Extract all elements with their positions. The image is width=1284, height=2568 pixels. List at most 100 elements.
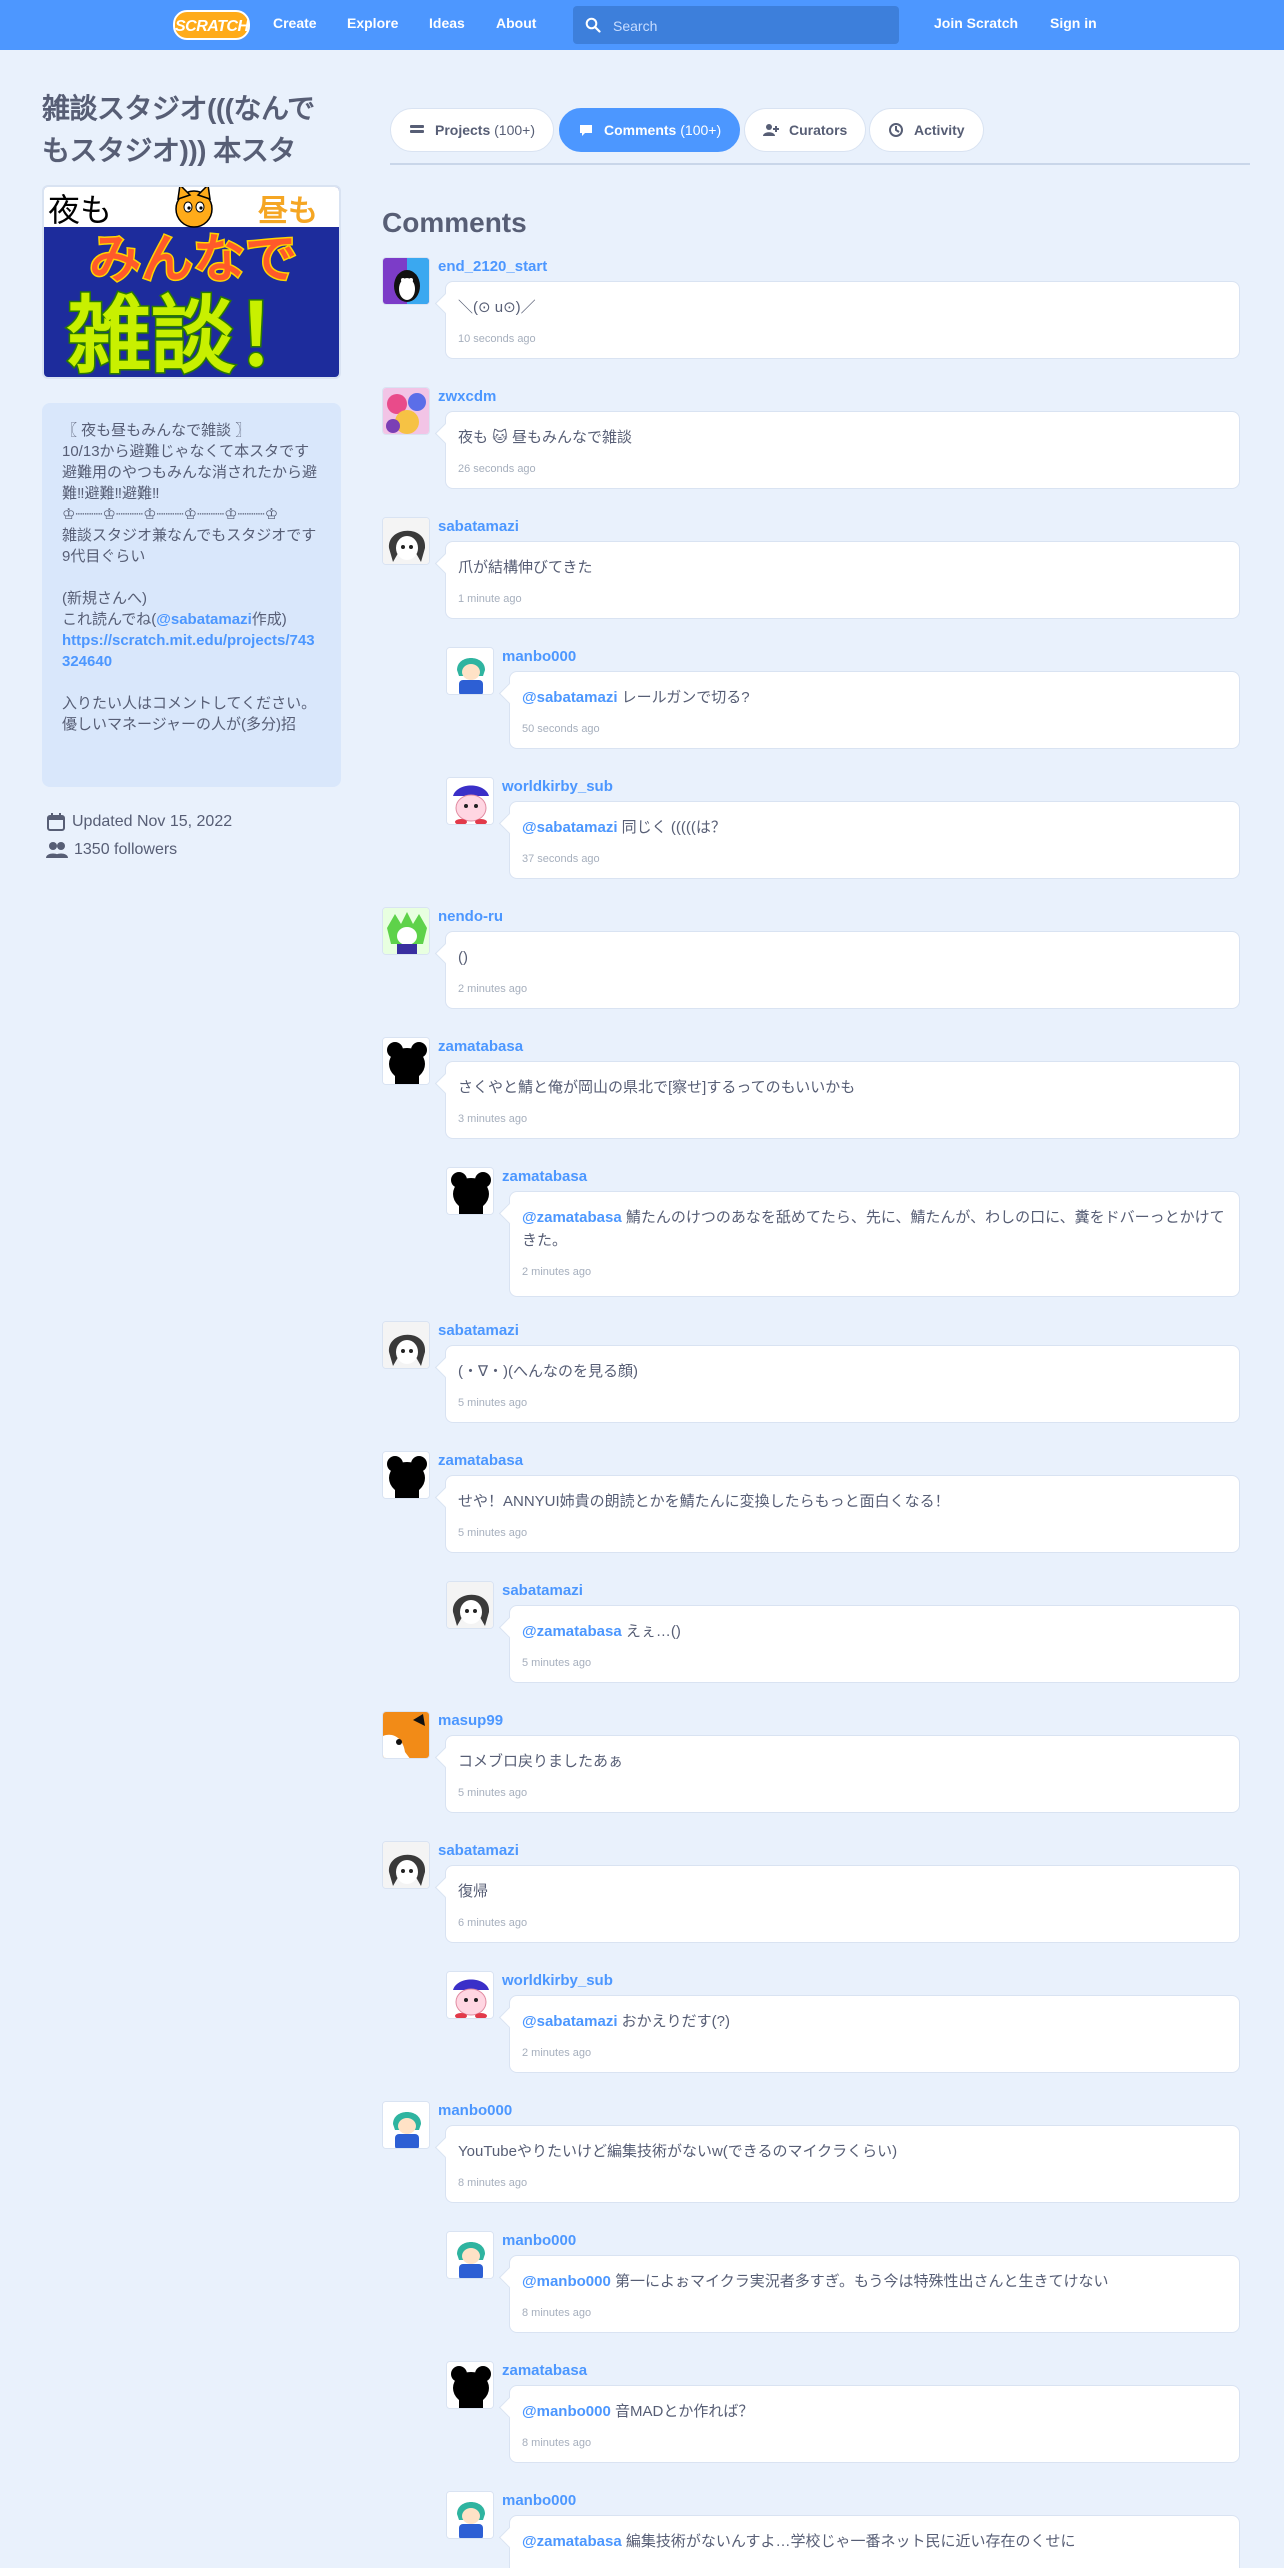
people-icon (46, 842, 68, 858)
comment-username[interactable]: sabatamazi (438, 1842, 519, 1859)
comment-mention-link[interactable]: @zamatabasa (522, 2533, 622, 2550)
comment-timestamp: 2 minutes ago (458, 983, 528, 995)
comment-timestamp: 1 minute ago (458, 593, 522, 605)
comment-username[interactable]: zamatabasa (502, 2362, 587, 2379)
reply-comment: worldkirby_sub @sabatamazi おかえりだす(?) 2 min… (446, 1971, 1240, 2077)
nav-about[interactable]: About (496, 15, 536, 31)
comment-bubble: さくやと鯖と俺が岡山の県北で[察せ]するってのもいいかも 3 minutes ag… (445, 1061, 1240, 1139)
comment: sabatamazi (・∇・)(へんなのを見る顔) 5 minutes ago (382, 1321, 1240, 1427)
comment-username[interactable]: zamatabasa (438, 1038, 523, 1055)
sign-in-link[interactable]: Sign in (1050, 15, 1097, 31)
tab-curators[interactable]: Curators (744, 108, 867, 152)
comment-mention-link[interactable]: @manbo000 (522, 2403, 611, 2420)
user-avatar[interactable] (382, 1321, 430, 1369)
comment-text: @sabatamazi おかえりだす(?) (522, 2013, 731, 2030)
user-avatar[interactable] (382, 1451, 430, 1499)
comment: zwxcdm 夜も 🐱 昼もみんなで雑談 26 seconds ago (382, 387, 1240, 493)
user-avatar[interactable] (446, 647, 494, 695)
user-avatar[interactable] (382, 907, 430, 955)
user-avatar[interactable] (382, 257, 430, 305)
comment-bubble: @zamatabasa えぇ…() 5 minutes ago (509, 1605, 1240, 1683)
comment-username[interactable]: zamatabasa (438, 1452, 523, 1469)
scratch-logo[interactable]: SCRATCH (173, 10, 250, 40)
desc-line: 避難用のやつもみんな消されたから避難‼避難‼避難‼ (62, 464, 318, 502)
comment-text: さくやと鯖と俺が岡山の県北で[察せ]するってのもいいかも (458, 1079, 856, 1096)
reply-comment: manbo000 @sabatamazi レールガンで切る? 50 seconds … (446, 647, 1240, 753)
comment-username[interactable]: manbo000 (502, 2492, 576, 2509)
comment-username[interactable]: zwxcdm (438, 388, 496, 405)
desc-project-link[interactable]: https://scratch.mit.edu/projects/7433246… (62, 630, 321, 672)
scratch-cat-icon (175, 187, 213, 228)
comment-icon (580, 125, 592, 136)
comment-timestamp: 8 minutes ago (522, 2437, 592, 2449)
desc-mention-link[interactable]: @sabatamazi (156, 611, 252, 628)
comment-text: せや！ANNYUI姉貴の朗読とかを鯖たんに変換したらもっと面白くなる！ (458, 1493, 950, 1510)
comment-mention-link[interactable]: @manbo000 (522, 2273, 611, 2290)
comment-username[interactable]: sabatamazi (502, 1582, 583, 1599)
comment-bubble: コメブロ戻りましたあぁ 5 minutes ago (445, 1735, 1240, 1813)
comment-text: 爪が結構伸びてきた (458, 559, 593, 576)
comment-text: @manbo000 音MADとか作れば？ (522, 2403, 754, 2420)
comment-text: 夜も 🐱 昼もみんなで雑談 (458, 429, 632, 446)
search-input[interactable]: Search (573, 6, 899, 44)
comment-mention-link[interactable]: @zamatabasa (522, 1209, 622, 1226)
comment-username[interactable]: manbo000 (502, 2232, 576, 2249)
comments-heading: Comments (382, 207, 527, 238)
followers-count: 1350 followers (46, 840, 177, 860)
user-avatar[interactable] (382, 387, 430, 435)
comment-username[interactable]: sabatamazi (438, 518, 519, 535)
comment-text: (・∇・)(へんなのを見る顔) (458, 1363, 639, 1380)
comment-username[interactable]: zamatabasa (502, 1168, 587, 1185)
thumb-text-hirumo: 昼も (258, 194, 318, 229)
comment-username[interactable]: worldkirby_sub (502, 1972, 613, 1989)
tabs-divider (390, 163, 1250, 165)
user-avatar[interactable] (446, 777, 494, 825)
user-avatar[interactable] (446, 1167, 494, 1215)
tab-comments[interactable]: Comments (100+) (559, 108, 741, 152)
comment: manbo000 YouTubeやりたいけど編集技術がないw(できるのマイクラくら… (382, 2101, 1240, 2207)
user-avatar[interactable] (446, 1581, 494, 1629)
comment-username[interactable]: masup99 (438, 1712, 503, 1729)
comment: nendo-ru () 2 minutes ago (382, 907, 1240, 1013)
user-avatar[interactable] (446, 2231, 494, 2279)
tab-activity[interactable]: Activity (869, 108, 984, 152)
comment-mention-link[interactable]: @sabatamazi (522, 819, 618, 836)
comment-mention-link[interactable]: @sabatamazi (522, 2013, 618, 2030)
comment-bubble: @sabatamazi 同じく (((((は？ 37 seconds ago (509, 801, 1240, 879)
nav-ideas[interactable]: Ideas (429, 15, 465, 31)
comment-bubble: @sabatamazi レールガンで切る? 50 seconds ago (509, 671, 1240, 749)
user-avatar[interactable] (446, 2361, 494, 2409)
nav-create[interactable]: Create (273, 15, 317, 31)
user-avatar[interactable] (382, 517, 430, 565)
user-avatar[interactable] (382, 2101, 430, 2149)
comment-timestamp: 5 minutes ago (458, 1527, 528, 1539)
user-avatar[interactable] (382, 1037, 430, 1085)
comment-timestamp: 26 seconds ago (458, 463, 536, 475)
user-avatar[interactable] (446, 1971, 494, 2019)
comment-mention-link[interactable]: @sabatamazi (522, 689, 618, 706)
comment-username[interactable]: end_2120_start (438, 258, 547, 275)
comment-bubble: @zamatabasa 鯖たんのけつのあなを舐めてたら、先に、鯖たんが、わしの口… (509, 1191, 1240, 1297)
reply-comment: manbo000 @zamatabasa 編集技術がないんすよ…学校じゃ一番ネット… (446, 2491, 1240, 2568)
studio-title: 雑談スタジオ(((なんでもスタジオ))) 本スタ (42, 93, 315, 166)
thumb-text-minnade: みんなで (89, 230, 297, 290)
tab-projects[interactable]: Projects (100+) (390, 108, 554, 152)
comment-mention-link[interactable]: @zamatabasa (522, 1623, 622, 1640)
desc-line (62, 567, 321, 588)
reply-comment: zamatabasa @manbo000 音MADとか作れば？ 8 minutes … (446, 2361, 1240, 2467)
join-scratch-link[interactable]: Join Scratch (934, 15, 1018, 31)
comment-username[interactable]: manbo000 (502, 648, 576, 665)
user-avatar[interactable] (382, 1711, 430, 1759)
desc-line: 10/13から避難じゃなくて本スタです (62, 443, 310, 460)
comment-text: @zamatabasa 鯖たんのけつのあなを舐めてたら、先に、鯖たんが、わしの口… (522, 1209, 1225, 1249)
user-avatar[interactable] (446, 2491, 494, 2539)
desc-line (62, 672, 321, 693)
comment-username[interactable]: nendo-ru (438, 908, 503, 925)
nav-explore[interactable]: Explore (347, 15, 398, 31)
comment-username[interactable]: worldkirby_sub (502, 778, 613, 795)
user-avatar[interactable] (382, 1841, 430, 1889)
comment-username[interactable]: sabatamazi (438, 1322, 519, 1339)
comment-text: @sabatamazi 同じく (((((は？ (522, 819, 726, 836)
reply-comment: manbo000 @manbo000 第一によぉマイクラ実況者多すぎ。もう今は特殊… (446, 2231, 1240, 2337)
comment-username[interactable]: manbo000 (438, 2102, 512, 2119)
